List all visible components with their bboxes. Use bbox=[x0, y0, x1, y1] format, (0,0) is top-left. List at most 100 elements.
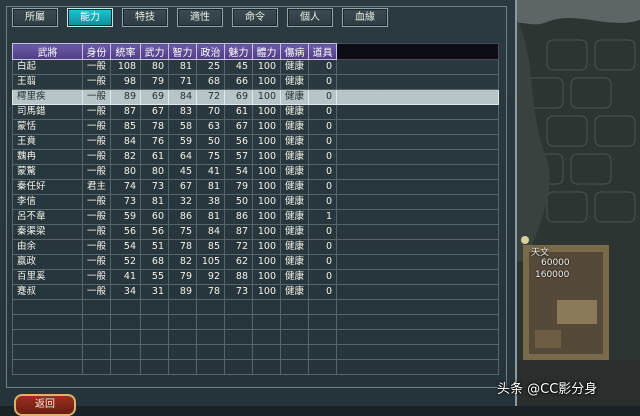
table-row[interactable]: 王翦 一般 98 79 71 68 66 100 健康 0 bbox=[12, 74, 499, 90]
table-row[interactable]: 司馬錯 一般 87 67 83 70 61 100 健康 0 bbox=[12, 104, 499, 120]
cell-blank bbox=[336, 74, 499, 90]
cell-politics: 81 bbox=[196, 209, 225, 225]
table-row[interactable]: 秦任好 君主 74 73 67 81 79 100 健康 0 bbox=[12, 179, 499, 195]
cell-status: 一般 bbox=[82, 104, 111, 120]
cell-charisma: 72 bbox=[224, 239, 253, 255]
table-row[interactable]: 王賁 一般 84 76 59 50 56 100 健康 0 bbox=[12, 134, 499, 150]
col-header-status[interactable]: 身份 bbox=[82, 43, 111, 60]
cell-politics: 85 bbox=[196, 239, 225, 255]
table-row[interactable]: 嬴政 一般 52 68 82 105 62 100 健康 0 bbox=[12, 254, 499, 270]
empty-cell bbox=[140, 344, 169, 360]
cell-injury: 健康 bbox=[280, 224, 309, 240]
cell-intelligence: 58 bbox=[168, 119, 197, 135]
empty-cell bbox=[82, 314, 111, 330]
table-row[interactable]: 呂不韋 一般 59 60 86 81 86 100 健康 1 bbox=[12, 209, 499, 225]
cell-politics: 81 bbox=[196, 179, 225, 195]
empty-cell bbox=[308, 329, 337, 345]
empty-cell bbox=[110, 344, 141, 360]
cell-officer: 白起 bbox=[12, 59, 83, 75]
cell-intelligence: 84 bbox=[168, 89, 197, 105]
empty-cell bbox=[308, 344, 337, 360]
cell-leadership: 41 bbox=[110, 269, 141, 285]
table-row[interactable]: 秦渠梁 一般 56 56 75 84 87 100 健康 0 bbox=[12, 224, 499, 240]
empty-cell bbox=[336, 329, 499, 345]
cell-blank bbox=[336, 89, 499, 105]
cell-intelligence: 83 bbox=[168, 104, 197, 120]
table-row[interactable]: 樗里疾 一般 89 69 84 72 69 100 健康 0 bbox=[12, 89, 499, 105]
tab-aptitude[interactable]: 適性 bbox=[177, 8, 223, 27]
table-row[interactable]: 魏冉 一般 82 61 64 75 57 100 健康 0 bbox=[12, 149, 499, 165]
cell-blank bbox=[336, 224, 499, 240]
table-row[interactable]: 白起 一般 108 80 81 25 45 100 健康 0 bbox=[12, 59, 499, 75]
table-row[interactable]: 李信 一般 73 81 32 38 50 100 健康 0 bbox=[12, 194, 499, 210]
table-row[interactable]: 蒙恬 一般 85 78 58 63 67 100 健康 0 bbox=[12, 119, 499, 135]
table-row[interactable]: 由余 一般 54 51 78 85 72 100 健康 0 bbox=[12, 239, 499, 255]
tab-lineage[interactable]: 血緣 bbox=[342, 8, 388, 27]
empty-cell bbox=[280, 359, 309, 375]
cell-stamina: 100 bbox=[252, 269, 281, 285]
empty-row bbox=[12, 344, 499, 360]
cell-officer: 呂不韋 bbox=[12, 209, 83, 225]
col-header-strength[interactable]: 武力 bbox=[140, 43, 169, 60]
map-view[interactable]: 天文 60000 160000 bbox=[517, 0, 640, 406]
cell-intelligence: 79 bbox=[168, 269, 197, 285]
cell-stamina: 100 bbox=[252, 119, 281, 135]
cell-intelligence: 89 bbox=[168, 284, 197, 300]
empty-cell bbox=[196, 329, 225, 345]
cell-intelligence: 71 bbox=[168, 74, 197, 90]
cell-officer: 樗里疾 bbox=[12, 89, 83, 105]
empty-cell bbox=[196, 299, 225, 315]
cell-politics: 70 bbox=[196, 104, 225, 120]
cell-charisma: 54 bbox=[224, 164, 253, 180]
tab-ability[interactable]: 能力 bbox=[67, 8, 113, 27]
cell-leadership: 85 bbox=[110, 119, 141, 135]
cell-intelligence: 45 bbox=[168, 164, 197, 180]
table-row[interactable]: 蹇叔 一般 34 31 89 78 73 100 健康 0 bbox=[12, 284, 499, 300]
cell-status: 一般 bbox=[82, 224, 111, 240]
officer-table-container: 武將 身份 統率 武力 智力 政治 魅力 體力 傷病 道具 白起 一般 108 80 8… bbox=[12, 43, 503, 384]
cell-injury: 健康 bbox=[280, 194, 309, 210]
cell-strength: 80 bbox=[140, 164, 169, 180]
tab-skills[interactable]: 特技 bbox=[122, 8, 168, 27]
cell-charisma: 66 bbox=[224, 74, 253, 90]
officer-table: 武將 身份 統率 武力 智力 政治 魅力 體力 傷病 道具 白起 一般 108 80 8… bbox=[12, 43, 499, 375]
table-row[interactable]: 蒙驁 一般 80 80 45 41 54 100 健康 0 bbox=[12, 164, 499, 180]
col-header-officer[interactable]: 武將 bbox=[12, 43, 83, 60]
cell-injury: 健康 bbox=[280, 269, 309, 285]
back-button[interactable]: 返回 bbox=[14, 394, 76, 416]
col-header-injury[interactable]: 傷病 bbox=[280, 43, 309, 60]
table-row[interactable]: 百里奚 一般 41 55 79 92 88 100 健康 0 bbox=[12, 269, 499, 285]
cell-injury: 健康 bbox=[280, 104, 309, 120]
col-header-leadership[interactable]: 統率 bbox=[110, 43, 141, 60]
map-label-title: 天文 bbox=[531, 248, 550, 258]
tab-personal[interactable]: 個人 bbox=[287, 8, 333, 27]
col-header-items[interactable]: 道具 bbox=[308, 43, 337, 60]
tab-orders[interactable]: 命令 bbox=[232, 8, 278, 27]
col-header-stamina[interactable]: 體力 bbox=[252, 43, 281, 60]
cell-officer: 蒙驁 bbox=[12, 164, 83, 180]
cell-status: 一般 bbox=[82, 254, 111, 270]
cell-status: 一般 bbox=[82, 284, 111, 300]
cell-intelligence: 32 bbox=[168, 194, 197, 210]
list-panel: 所屬 能力 特技 適性 命令 個人 血緣 武將 身份 統率 武力 智力 政治 魅… bbox=[0, 0, 517, 416]
cell-stamina: 100 bbox=[252, 239, 281, 255]
cell-blank bbox=[336, 179, 499, 195]
cell-politics: 25 bbox=[196, 59, 225, 75]
cell-officer: 蒙恬 bbox=[12, 119, 83, 135]
cell-strength: 68 bbox=[140, 254, 169, 270]
col-header-politics[interactable]: 政治 bbox=[196, 43, 225, 60]
cell-strength: 80 bbox=[140, 59, 169, 75]
cell-leadership: 74 bbox=[110, 179, 141, 195]
cell-strength: 56 bbox=[140, 224, 169, 240]
cell-officer: 嬴政 bbox=[12, 254, 83, 270]
col-header-intelligence[interactable]: 智力 bbox=[168, 43, 197, 60]
cell-items: 0 bbox=[308, 134, 337, 150]
cell-intelligence: 64 bbox=[168, 149, 197, 165]
cell-politics: 92 bbox=[196, 269, 225, 285]
cell-injury: 健康 bbox=[280, 164, 309, 180]
cell-items: 0 bbox=[308, 224, 337, 240]
tab-affiliation[interactable]: 所屬 bbox=[12, 8, 58, 27]
col-header-charisma[interactable]: 魅力 bbox=[224, 43, 253, 60]
empty-cell bbox=[168, 359, 197, 375]
cell-status: 一般 bbox=[82, 89, 111, 105]
